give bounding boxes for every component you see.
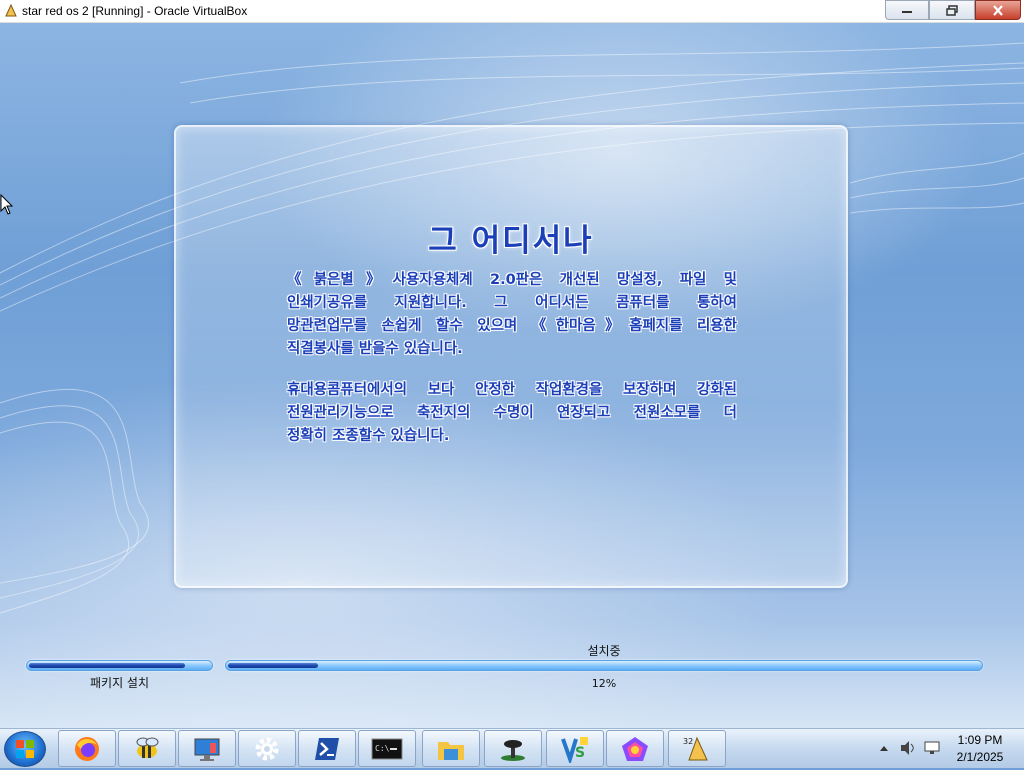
overall-progress-fill xyxy=(228,663,318,668)
release-notes-panel: 그 어디서나 《붉은별》사용자용체계 2.0판은 개선된 망설정, 파일 및 인… xyxy=(174,125,848,588)
package-progress-fill xyxy=(29,663,185,668)
panel-heading: 그 어디서나 xyxy=(428,223,594,259)
taskbar-mushroom-button[interactable] xyxy=(484,730,542,767)
window-title: star red os 2 [Running] - Oracle Virtual… xyxy=(22,4,248,18)
close-icon xyxy=(993,4,1003,16)
taskbar: C:\ S 32 1:09 PM 2/1/2025 xyxy=(0,728,1024,768)
package-progress-bar xyxy=(26,660,213,671)
system-tray: 1:09 PM 2/1/2025 xyxy=(875,729,1020,768)
restore-icon xyxy=(946,4,958,16)
paragraph-line: 망관련업무를 손쉽게 할수 있으며 《한마음》홈페지를 리용한 xyxy=(287,318,737,334)
installer-screen: 그 어디서나 《붉은별》사용자용체계 2.0판은 개선된 망설정, 파일 및 인… xyxy=(0,23,1024,728)
taskbar-powershell-button[interactable] xyxy=(298,730,356,767)
window-titlebar: star red os 2 [Running] - Oracle Virtual… xyxy=(0,0,1024,23)
bee-icon xyxy=(136,737,159,758)
package-label: 패키지 설치 xyxy=(89,676,149,690)
paragraph-line: 인쇄기공유를 지원합니다. 그 어디서든 콤퓨터를 통하여 xyxy=(287,295,737,311)
file-explorer-icon xyxy=(438,741,464,760)
vs-icon: S xyxy=(561,736,588,763)
svg-text:32: 32 xyxy=(683,737,693,746)
minimize-button[interactable] xyxy=(885,0,929,20)
clock-date[interactable]: 2/1/2025 xyxy=(945,750,1015,764)
show-hidden-icons-icon[interactable] xyxy=(879,744,889,752)
paragraph-line: 전원관리기능으로 축전지의 수명이 연장되고 전원소모를 더 xyxy=(287,405,737,421)
taskbar-pentagon-button[interactable] xyxy=(606,730,664,767)
monitor-icon xyxy=(194,738,220,761)
install-status-label: 설치중 xyxy=(587,644,621,658)
paragraph-line: 정확히 조종할수 있습니다. xyxy=(287,428,450,444)
network-icon[interactable] xyxy=(923,740,941,756)
taskbar-bee-button[interactable] xyxy=(118,730,176,767)
taskbar-vs-button[interactable]: S xyxy=(546,730,604,767)
volume-icon[interactable] xyxy=(899,740,917,756)
mushroom-icon xyxy=(501,739,525,761)
restore-button[interactable] xyxy=(929,0,975,20)
close-button[interactable] xyxy=(975,0,1021,20)
paragraph-line: 휴대용콤퓨터에서의 보다 안정한 작업환경을 보장하며 강화된 xyxy=(287,382,737,398)
taskbar-monitor-button[interactable] xyxy=(178,730,236,767)
pentagon-icon xyxy=(622,736,648,761)
bell-32-icon: 32 xyxy=(683,736,708,760)
powershell-icon xyxy=(315,737,339,760)
taskbar-explorer-button[interactable] xyxy=(422,730,480,767)
terminal-icon: C:\ xyxy=(371,738,403,759)
overall-percent-label: 12% xyxy=(591,677,617,690)
overall-progress-bar xyxy=(225,660,983,671)
minimize-icon xyxy=(902,11,912,13)
star-red-app-icon xyxy=(5,4,17,17)
windows-logo-icon xyxy=(16,740,34,758)
taskbar-firefox-button[interactable] xyxy=(58,730,116,767)
paragraph-power: 휴대용콤퓨터에서의 보다 안정한 작업환경을 보장하며 강화된 전원관리기능으로… xyxy=(287,379,737,448)
taskbar-bell-32-button[interactable]: 32 xyxy=(668,730,726,767)
clock-time[interactable]: 1:09 PM xyxy=(945,733,1015,747)
paragraph-line: 직결봉사를 받을수 있습니다. xyxy=(287,341,463,357)
start-button[interactable] xyxy=(4,731,46,767)
taskbar-settings-button[interactable] xyxy=(238,730,296,767)
firefox-icon xyxy=(75,736,99,761)
settings-gear-icon xyxy=(255,737,279,760)
taskbar-terminal-button[interactable]: C:\ xyxy=(358,730,416,767)
paragraph-network: 《붉은별》사용자용체계 2.0판은 개선된 망설정, 파일 및 인쇄기공유를 지… xyxy=(287,269,737,361)
svg-text:S: S xyxy=(575,745,585,761)
mouse-cursor-icon xyxy=(0,194,14,215)
paragraph-line: 《붉은별》사용자용체계 2.0판은 개선된 망설정, 파일 및 xyxy=(287,272,737,288)
svg-text:C:\: C:\ xyxy=(375,744,390,753)
